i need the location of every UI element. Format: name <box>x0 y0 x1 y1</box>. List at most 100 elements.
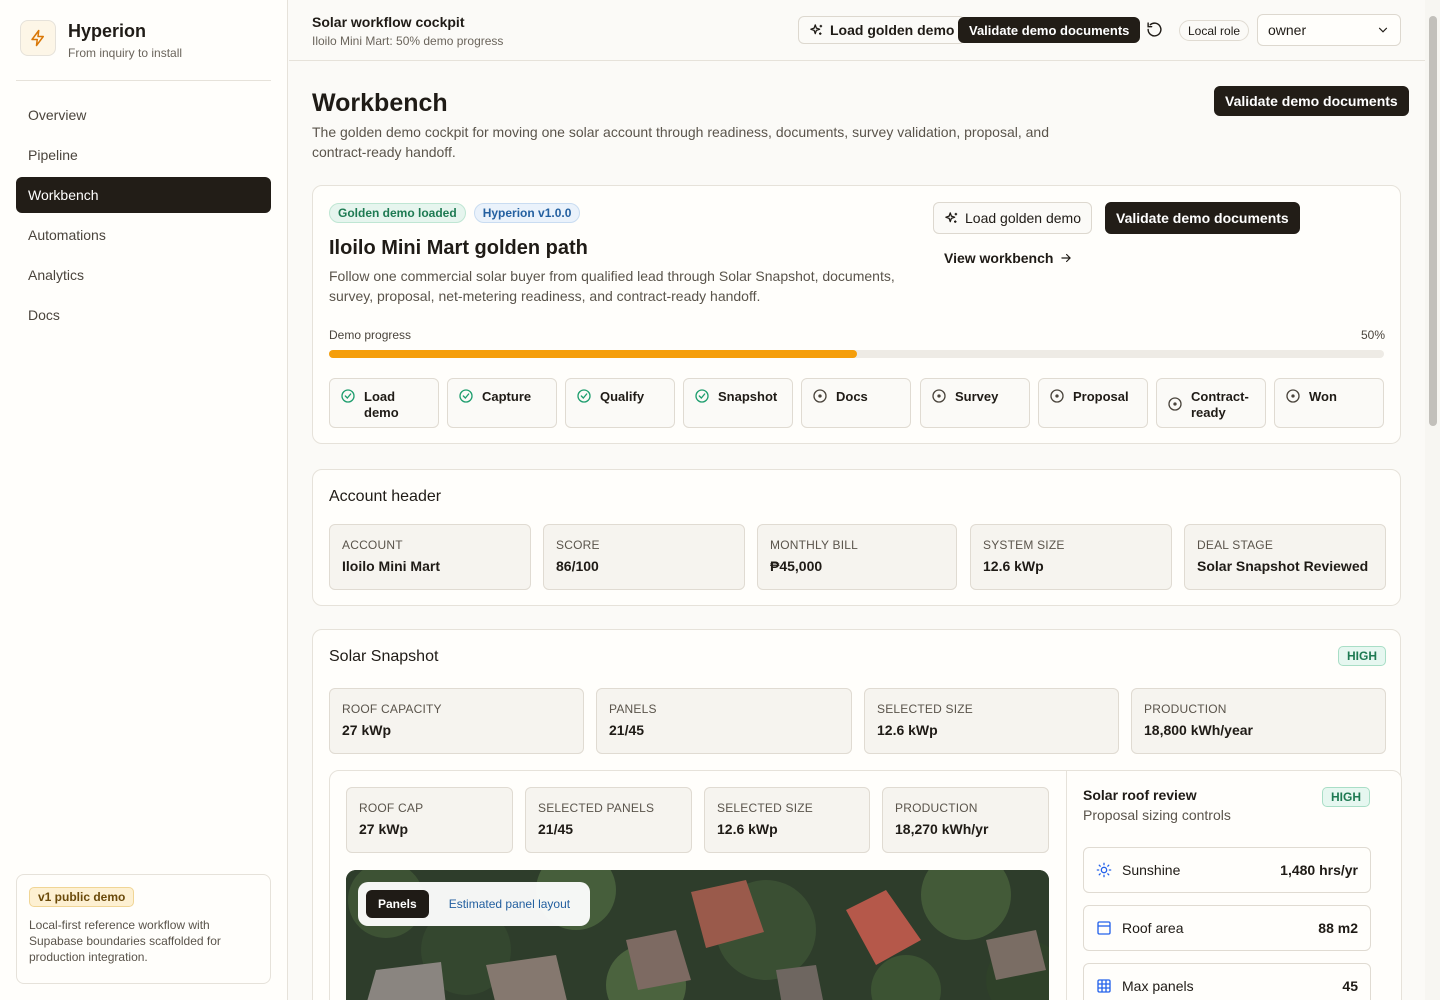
metric-label: System size <box>983 538 1065 552</box>
pending-circle-icon <box>1168 397 1182 411</box>
page-description: The golden demo cockpit for moving one s… <box>312 124 1049 160</box>
view-workbench-label: View workbench <box>944 250 1054 266</box>
solar-snapshot-title: Solar Snapshot <box>329 648 439 665</box>
progress-step-survey[interactable]: Survey <box>920 378 1030 428</box>
card-load-golden-demo-button[interactable]: Load golden demo <box>933 202 1092 234</box>
metric-deal-stage: Deal stage Solar Snapshot Reviewed <box>1184 524 1386 590</box>
metric-value: 12.6 kWp <box>717 821 778 837</box>
metric-label: Account <box>342 538 403 552</box>
step-label: Won <box>1309 389 1337 404</box>
version-badge: Hyperion v1.0.0 <box>473 203 581 223</box>
demo-progress-percent: 50% <box>1361 328 1386 342</box>
load-golden-demo-button[interactable]: Load golden demo <box>798 16 966 44</box>
chevron-down-icon <box>1378 27 1388 33</box>
satellite-roof-map[interactable]: Panels Estimated panel layout <box>346 870 1049 1000</box>
step-label: Load demo <box>364 389 399 420</box>
role-select-value: owner <box>1268 22 1307 38</box>
golden-demo-loaded-badge: Golden demo loaded <box>329 203 466 223</box>
progress-step-docs[interactable]: Docs <box>801 378 911 428</box>
card-load-label: Load golden demo <box>965 210 1081 226</box>
metric-label: Production <box>895 801 978 815</box>
progress-step-contract-ready[interactable]: Contract-ready <box>1156 378 1266 428</box>
view-workbench-link[interactable]: View workbench <box>944 250 1073 266</box>
check-circle-icon <box>341 389 355 403</box>
sidebar-item-pipeline[interactable]: Pipeline <box>16 137 271 173</box>
metric-value: ₱45,000 <box>770 558 823 574</box>
step-label: Survey <box>955 389 999 404</box>
scrollbar[interactable] <box>1425 0 1440 1000</box>
golden-demo-card: Golden demo loaded Hyperion v1.0.0 Iloil… <box>312 185 1401 444</box>
metric-selected-panels: Selected panels 21/45 <box>525 787 692 853</box>
progress-step-qualify[interactable]: Qualify <box>565 378 675 428</box>
demo-description: Follow one commercial solar buyer from q… <box>329 268 895 304</box>
metric-label: Selected panels <box>538 801 655 815</box>
demo-title: Iloilo Mini Mart golden path <box>329 237 588 259</box>
confidence-badge: HIGH <box>1338 646 1386 666</box>
pending-circle-icon <box>1050 389 1064 403</box>
sidebar-item-docs[interactable]: Docs <box>16 297 271 333</box>
map-layer-toggle: Panels Estimated panel layout <box>358 882 591 926</box>
roof-area-icon <box>1097 921 1111 935</box>
demo-progress-label: Demo progress <box>329 328 412 342</box>
estimated-panel-layout-link[interactable]: Estimated panel layout <box>437 897 582 911</box>
roof-planner: Roof cap 27 kWp Selected panels 21/45 Se… <box>329 770 1402 1000</box>
metric-value: Iloilo Mini Mart <box>342 558 440 574</box>
account-header-card: Account header Account Iloilo Mini Mart … <box>312 469 1401 606</box>
progress-step-capture[interactable]: Capture <box>447 378 557 428</box>
sidebar-item-automations[interactable]: Automations <box>16 217 271 253</box>
check-circle-icon <box>459 389 473 403</box>
progress-step-won[interactable]: Won <box>1274 378 1384 428</box>
page-validate-button[interactable]: Validate demo documents <box>1214 86 1409 116</box>
topbar-subtitle: Iloilo Mini Mart: 50% demo progress <box>312 34 504 48</box>
check-circle-icon <box>695 389 709 403</box>
progress-step-proposal[interactable]: Proposal <box>1038 378 1148 428</box>
topbar-title: Solar workflow cockpit <box>312 14 465 30</box>
solar-roof-review: Solar roof review Proposal sizing contro… <box>1066 771 1403 1000</box>
sidebar-item-overview[interactable]: Overview <box>16 97 271 133</box>
local-role-label: Local role <box>1179 20 1250 41</box>
sidebar-item-workbench[interactable]: Workbench <box>16 177 271 213</box>
check-circle-icon <box>577 389 591 403</box>
refresh-icon[interactable] <box>1146 21 1163 41</box>
step-label: Snapshot <box>718 389 778 404</box>
brand: Hyperion From inquiry to install <box>16 16 271 81</box>
stat-label: Max panels <box>1122 978 1194 994</box>
metric-panels: Panels 21/45 <box>596 688 852 754</box>
metric-value: 27 kWp <box>342 722 392 738</box>
sun-icon <box>1096 862 1112 878</box>
stat-label: Sunshine <box>1122 862 1181 878</box>
metric-value: 21/45 <box>609 722 645 738</box>
metric-label: Deal stage <box>1197 538 1274 552</box>
page-title: Workbench <box>312 89 448 117</box>
metric-system-size: System size 12.6 kWp <box>970 524 1172 590</box>
role-select[interactable]: owner <box>1257 14 1401 46</box>
stat-value: 1,480 hrs/yr <box>1280 862 1358 878</box>
roof-review-subtitle: Proposal sizing controls <box>1083 807 1231 823</box>
metric-label: Monthly bill <box>770 538 858 552</box>
validate-documents-button[interactable]: Validate demo documents <box>958 17 1141 43</box>
step-label: Capture <box>482 389 532 404</box>
metric-value: Solar Snapshot Reviewed <box>1197 558 1369 574</box>
progress-step-snapshot[interactable]: Snapshot <box>683 378 793 428</box>
grid-icon <box>1097 979 1111 993</box>
metric-selected-size: Selected size 12.6 kWp <box>864 688 1119 754</box>
metric-production: Production 18,800 kWh/year <box>1131 688 1386 754</box>
sidebar-item-analytics[interactable]: Analytics <box>16 257 271 293</box>
brand-name: Hyperion <box>68 21 147 41</box>
metric-label: Panels <box>609 702 657 716</box>
stat-max-panels: Max panels 45 <box>1083 963 1371 1000</box>
step-label: Docs <box>836 389 868 404</box>
metric-value: 27 kWp <box>359 821 409 837</box>
brand-tagline: From inquiry to install <box>68 46 183 60</box>
metric-label: Selected size <box>877 702 973 716</box>
card-validate-button[interactable]: Validate demo documents <box>1105 202 1300 234</box>
progress-step-load-demo[interactable]: Load demo <box>329 378 439 428</box>
metric-value: 86/100 <box>556 558 599 574</box>
scrollbar-thumb[interactable] <box>1429 16 1437 426</box>
roof-review-badge: HIGH <box>1322 787 1370 807</box>
panels-toggle-button[interactable]: Panels <box>366 890 429 918</box>
metric-production: Production 18,270 kWh/yr <box>882 787 1049 853</box>
sidebar: Hyperion From inquiry to install Overvie… <box>0 0 288 1000</box>
load-golden-demo-label: Load golden demo <box>830 22 955 38</box>
metric-label: Score <box>556 538 600 552</box>
